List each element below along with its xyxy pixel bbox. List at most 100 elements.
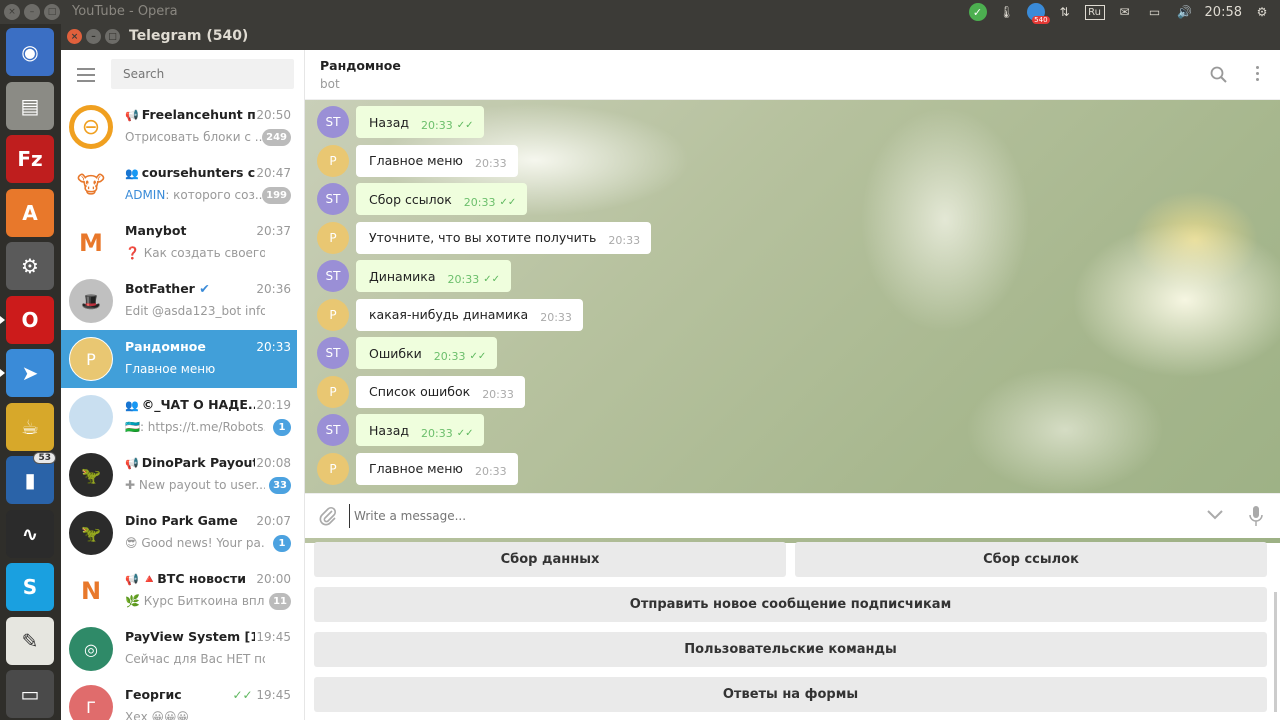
- message-bubble[interactable]: Ошибки 20:33 ✓✓: [356, 337, 498, 369]
- battery-icon[interactable]: ▭: [1145, 3, 1165, 21]
- avatar[interactable]: Р: [317, 375, 349, 408]
- chat-list-item[interactable]: N 📢 🔺BTC новости 20:00 🌿 Курс Биткоина впл..…: [61, 562, 297, 620]
- chat-list-item[interactable]: 👥 ©_ЧАТ О НАДЕ... 20:19 🇺🇿: https://t.me/Ro…: [61, 388, 297, 446]
- keyboard-button[interactable]: Отправить новое сообщение подписчикам: [314, 587, 1267, 622]
- thermometer-icon[interactable]: 🌡: [997, 3, 1017, 21]
- avatar[interactable]: ST: [317, 106, 349, 138]
- message-bubble[interactable]: Уточните, что вы хотите получить 20:33: [356, 221, 652, 254]
- megaphone-icon: 📢: [125, 457, 139, 470]
- message-input[interactable]: [349, 504, 1169, 528]
- ubuntu-dash-icon[interactable]: ◉: [6, 28, 54, 76]
- close-icon[interactable]: ×: [4, 4, 20, 20]
- chat-time: 20:50: [256, 108, 291, 122]
- message-history[interactable]: ST Назад 20:33 ✓✓ Р Главное меню 20:33 ST Сбор с…: [305, 100, 1280, 543]
- avatar[interactable]: Р: [317, 221, 349, 254]
- avatar[interactable]: ST: [317, 260, 349, 292]
- launcher-glyph: Fz: [17, 147, 43, 171]
- avatar[interactable]: ST: [317, 414, 349, 446]
- chat-time: ✓✓ 19:45: [232, 688, 291, 702]
- message-bubble[interactable]: какая-нибудь динамика 20:33: [356, 298, 583, 331]
- message-time: 20:33: [421, 426, 453, 440]
- read-check-icon: ✓✓: [456, 119, 474, 131]
- teapot-icon[interactable]: ☕: [6, 402, 54, 451]
- message-bubble[interactable]: Назад 20:33 ✓✓: [356, 414, 485, 446]
- microphone-icon[interactable]: [1248, 504, 1264, 528]
- megaphone-icon: 📢: [125, 109, 139, 122]
- chat-time: 19:45: [256, 630, 291, 644]
- filezilla-icon[interactable]: Fz: [6, 135, 54, 183]
- telegram-tray-icon[interactable]: 540: [1026, 3, 1050, 24]
- skype-icon[interactable]: S: [6, 563, 54, 611]
- chat-list-item[interactable]: 🦖 Dino Park Game 20:07 😎 Good news! Your pa…: [61, 504, 297, 562]
- opera-icon[interactable]: O: [0, 295, 54, 344]
- maximize-icon[interactable]: □: [44, 4, 60, 20]
- clock[interactable]: 20:58: [1205, 3, 1242, 21]
- search-icon[interactable]: [1210, 66, 1228, 84]
- volume-icon[interactable]: 🔊: [1175, 3, 1195, 21]
- avatar[interactable]: Р: [317, 452, 349, 485]
- message-preview: Хех 😀😀😀: [125, 710, 190, 720]
- launcher-glyph: ▭: [20, 682, 40, 706]
- more-options-icon[interactable]: [1256, 66, 1260, 84]
- keyboard-button[interactable]: Пользовательские команды: [314, 632, 1267, 667]
- avatar[interactable]: ST: [317, 337, 349, 369]
- launcher-glyph: ∿: [21, 521, 39, 546]
- chat-list-item[interactable]: 🦖 📢 DinoPark Payouts 20:08 ✚ New payout to u…: [61, 446, 297, 504]
- chat-name-text: BotFather: [125, 281, 195, 296]
- keyboard-button[interactable]: Сбор ссылок: [795, 542, 1267, 577]
- system-settings-icon[interactable]: ⚙: [6, 242, 54, 290]
- chat-list-item[interactable]: 🎩BotFather ✔20:36Edit @asda123_bot info.…: [61, 272, 297, 330]
- message-bubble[interactable]: Динамика 20:33 ✓✓: [356, 260, 511, 292]
- thermometer-icon[interactable]: ▮ 53: [6, 452, 56, 504]
- message-time: 20:33: [463, 195, 496, 209]
- software-center-icon[interactable]: A: [6, 188, 54, 237]
- launcher-glyph: ⚙: [21, 254, 39, 278]
- minimize-icon[interactable]: –: [86, 29, 101, 44]
- minimize-icon[interactable]: –: [24, 4, 40, 20]
- attach-icon[interactable]: [317, 505, 339, 527]
- chat-last-message: Хех 😀😀😀: [125, 710, 265, 720]
- system-monitor-icon[interactable]: ∿: [6, 509, 54, 558]
- avatar[interactable]: Р: [317, 144, 349, 177]
- mail-icon[interactable]: ✉: [1115, 3, 1135, 21]
- chat-list-item[interactable]: Р Рандомное 20:33 Главное меню: [61, 330, 297, 388]
- read-check-icon: ✓✓: [483, 273, 500, 285]
- message-bubble[interactable]: Сбор ссылок 20:33 ✓✓: [356, 183, 528, 215]
- text-editor-icon[interactable]: ✎: [6, 616, 54, 665]
- chat-name-text: ©_ЧАТ О НАДЕ...: [141, 397, 255, 412]
- chat-time: 20:33: [256, 340, 291, 354]
- trash-icon[interactable]: ▭: [6, 670, 54, 718]
- chat-list-item[interactable]: 🐮 👥coursehunters co...20:47 ADMIN: которог…: [61, 156, 297, 214]
- check-icon[interactable]: ✓: [968, 3, 987, 21]
- message-bubble[interactable]: Главное меню 20:33: [356, 144, 518, 177]
- message-bubble[interactable]: Список ошибок 20:33: [356, 375, 525, 408]
- chevron-down-icon[interactable]: [1206, 508, 1224, 522]
- hamburger-menu-icon[interactable]: [77, 68, 95, 82]
- close-icon[interactable]: ×: [67, 29, 82, 44]
- keyboard-button[interactable]: Сбор данных: [314, 542, 786, 577]
- keyboard-button[interactable]: Ответы на формы: [314, 677, 1267, 712]
- message-bubble[interactable]: Назад 20:33 ✓✓: [356, 106, 485, 138]
- chat-name: 👥coursehunters co...: [125, 165, 255, 180]
- search-input[interactable]: [111, 59, 294, 89]
- keyboard-layout-indicator[interactable]: Ru: [1084, 4, 1105, 20]
- message-time: 20:33: [540, 311, 572, 324]
- files-icon[interactable]: ▤: [6, 81, 54, 130]
- keyboard-scrollbar[interactable]: [1274, 592, 1277, 712]
- chat-list-item[interactable]: M Manybot 20:37 ❓ Как создать своего бота..…: [61, 214, 297, 272]
- network-arrows-icon[interactable]: ⇅: [1055, 3, 1075, 21]
- telegram-icon[interactable]: ➤: [0, 349, 54, 397]
- read-check-icon: ✓✓: [499, 196, 517, 208]
- chat-list-item[interactable]: ◎ PayView System [1] 19:45 Сейчас для Вас Н…: [61, 620, 297, 678]
- maximize-icon[interactable]: □: [105, 29, 120, 44]
- avatar[interactable]: Р: [317, 298, 349, 331]
- conversation-title[interactable]: Рандомное: [320, 58, 401, 73]
- gear-icon[interactable]: ⚙: [1252, 3, 1272, 21]
- chat-list-item[interactable]: Г Георгис ✓✓ 19:45 Хех 😀😀😀: [61, 678, 297, 720]
- unread-badge: 33: [269, 477, 291, 494]
- chat-name: 📢 🔺BTC новости: [125, 571, 255, 587]
- avatar[interactable]: ST: [317, 183, 349, 215]
- chat-list-item[interactable]: ⊖ 📢Freelancehunt пр...20:50 Отрисовать бло…: [61, 98, 297, 156]
- chat-time: 20:00: [256, 572, 291, 586]
- message-bubble[interactable]: Главное меню 20:33: [356, 452, 518, 485]
